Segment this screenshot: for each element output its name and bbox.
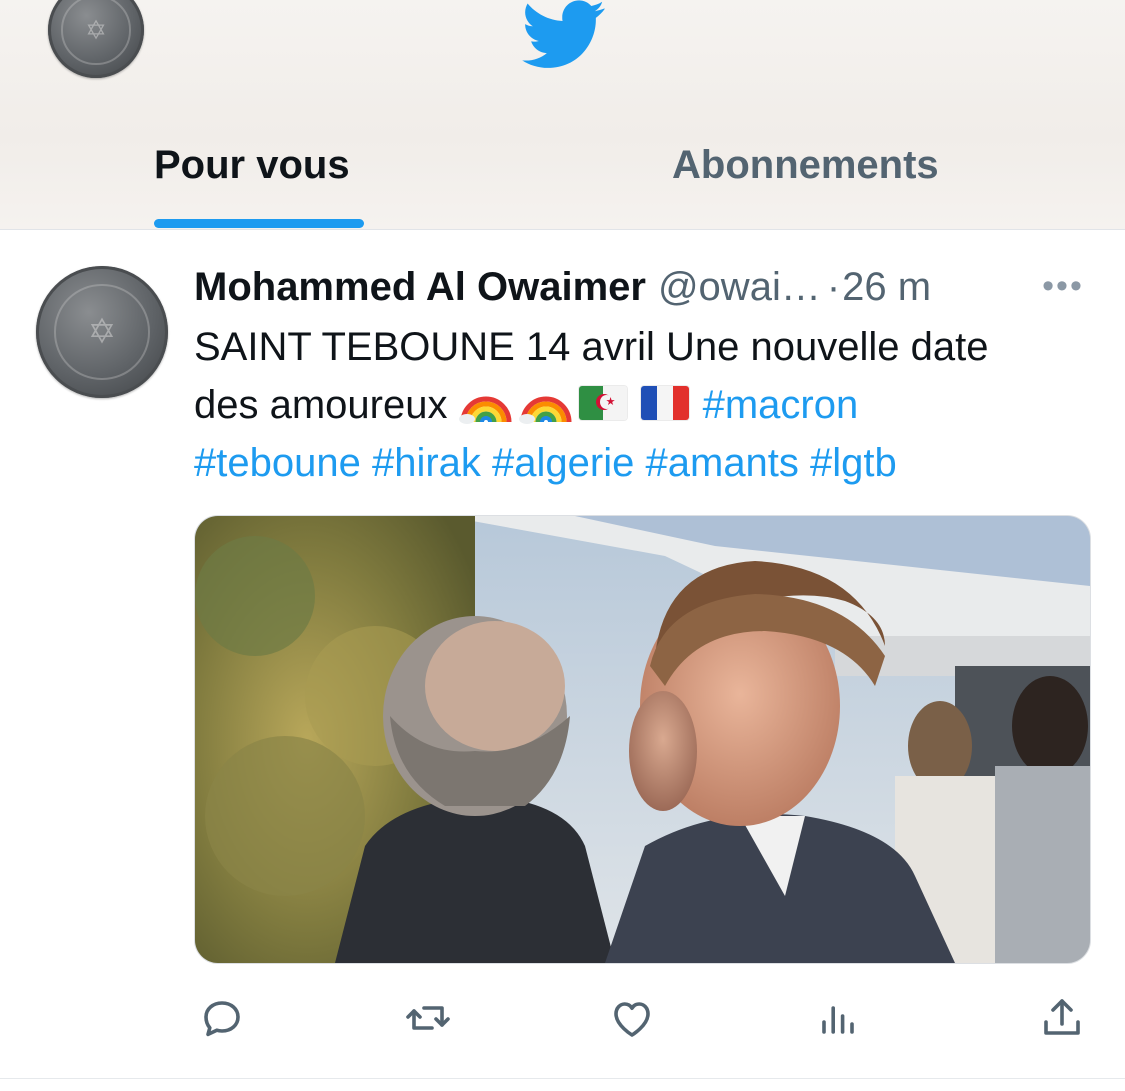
author-handle[interactable]: @owai… xyxy=(658,265,821,309)
twitter-bird-icon[interactable] xyxy=(522,0,606,70)
author-avatar[interactable]: ✡ xyxy=(36,266,168,398)
tweet-text-fragment: des amoureux xyxy=(194,383,448,427)
hashtag-link[interactable]: #macron xyxy=(703,383,859,427)
like-icon[interactable] xyxy=(602,988,662,1048)
tweet-actions-bar xyxy=(0,988,1125,1048)
hashtag-link[interactable]: #hirak xyxy=(372,441,481,485)
france-flag-icon xyxy=(640,386,689,420)
reply-icon[interactable] xyxy=(192,988,252,1048)
tweet-text-line: des amoureux ★ #macron xyxy=(194,376,1094,434)
algeria-flag-icon: ★ xyxy=(578,386,627,420)
retweet-icon[interactable] xyxy=(398,988,458,1048)
tweet-media-image[interactable] xyxy=(194,515,1091,964)
more-options-icon[interactable]: ••• xyxy=(1040,266,1086,306)
tweet-header: Mohammed Al Owaimer @owai… ·26 m xyxy=(194,262,1094,312)
tweet-timestamp[interactable]: 26 m xyxy=(842,265,931,309)
tab-following[interactable]: Abonnements xyxy=(672,138,972,192)
author-name[interactable]: Mohammed Al Owaimer xyxy=(194,265,646,309)
avatar-star-icon: ✡ xyxy=(85,15,107,45)
rainbow-emoji-icon xyxy=(458,378,513,424)
tweet-text: SAINT TEBOUNE 14 avril Une nouvelle date… xyxy=(194,318,1094,492)
share-icon[interactable] xyxy=(1032,988,1092,1048)
profile-avatar-button[interactable]: ✡ xyxy=(48,0,144,78)
tweet-divider xyxy=(0,1078,1125,1079)
views-icon[interactable] xyxy=(808,988,868,1048)
timeline-page: ✡ Pour vous Abonnements ✡ Mohammed Al Ow… xyxy=(0,0,1125,1091)
hashtag-link[interactable]: #amants xyxy=(646,441,799,485)
hashtag-link[interactable]: #algerie xyxy=(492,441,634,485)
tab-for-you[interactable]: Pour vous xyxy=(154,138,366,192)
tweet-text-line: #teboune #hirak #algerie #amants #lgtb xyxy=(194,434,1094,492)
active-tab-indicator xyxy=(154,219,364,228)
meta-separator: · xyxy=(826,265,841,309)
timeline-header: ✡ Pour vous Abonnements xyxy=(0,0,1125,230)
tweet-text-line: SAINT TEBOUNE 14 avril Une nouvelle date xyxy=(194,325,989,369)
rainbow-emoji-icon xyxy=(518,378,573,424)
hashtag-link[interactable]: #lgtb xyxy=(810,441,897,485)
avatar-star-icon: ✡ xyxy=(87,313,117,351)
hashtag-link[interactable]: #teboune xyxy=(194,441,361,485)
